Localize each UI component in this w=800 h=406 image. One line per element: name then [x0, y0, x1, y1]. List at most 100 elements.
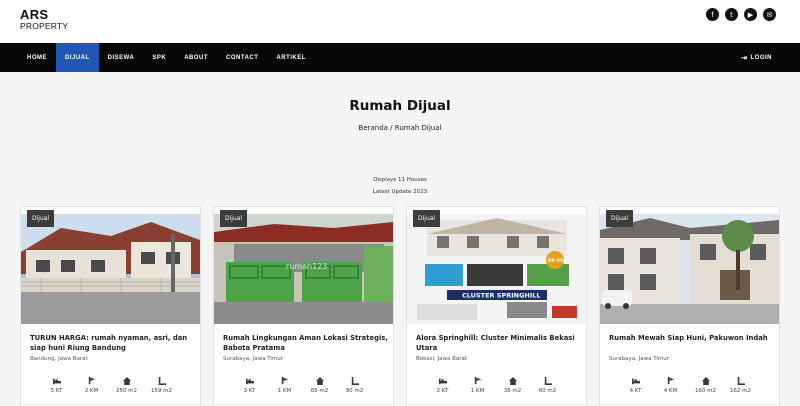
stat-bathrooms: 1 KM	[460, 376, 495, 394]
bed-icon	[618, 376, 653, 385]
house-icon	[495, 376, 530, 385]
stat-building-area: 160 m2	[688, 376, 723, 394]
listing-update: Latest Update 2023	[372, 189, 428, 195]
stat-value: 38 m2	[503, 388, 522, 394]
site-header: ARS PROPERTY f t ▶ ✉	[0, 0, 800, 43]
status-badge: Dijual	[27, 210, 55, 227]
bed-icon	[39, 376, 74, 385]
property-location: Bandung, Jawa Barat	[30, 356, 88, 362]
nav-item-spk[interactable]: SPK	[143, 43, 175, 72]
property-card[interactable]: Dijual DP 0% CLUSTER SPRINGHILL Alora Sp…	[406, 206, 587, 406]
house-icon	[302, 376, 337, 385]
house-icon	[109, 376, 144, 385]
land-area-icon	[144, 376, 179, 385]
status-badge: Dijual	[220, 210, 248, 227]
land-area-icon	[530, 376, 565, 385]
stat-value: 4 KM	[663, 388, 678, 394]
login-icon: ⇥	[741, 54, 748, 62]
stat-bathrooms: 1 KM	[267, 376, 302, 394]
site-logo[interactable]: ARS PROPERTY	[20, 8, 68, 31]
card-divider	[407, 404, 586, 405]
stat-bathrooms: 2 KM	[74, 376, 109, 394]
stat-value: 2 KT	[436, 388, 449, 394]
bath-icon	[74, 376, 109, 385]
property-card[interactable]: Dijual TURUN HARGA: rumah nyaman, asri, …	[20, 206, 201, 406]
property-card[interactable]: Dijual rumah123 Rumah Lingkungan Aman Lo…	[213, 206, 394, 406]
bath-icon	[653, 376, 688, 385]
nav-item-disewa[interactable]: DISEWA	[99, 43, 144, 72]
email-icon[interactable]: ✉	[763, 8, 776, 21]
stat-building-area: 38 m2	[495, 376, 530, 394]
property-stats: 3 KT 1 KM 65 m2 90 m2	[232, 376, 372, 394]
nav-item-home[interactable]: HOME	[18, 43, 56, 72]
login-button[interactable]: ⇥ LOGIN	[741, 43, 772, 72]
stat-bedrooms: 5 KT	[39, 376, 74, 394]
stat-land-area: 90 m2	[337, 376, 372, 394]
nav-item-dijual[interactable]: DIJUAL	[56, 43, 99, 72]
stat-land-area: 159 m2	[144, 376, 179, 394]
land-area-icon	[723, 376, 758, 385]
cluster-banner: CLUSTER SPRINGHILL	[462, 292, 541, 300]
property-stats: 4 KT 4 KM 160 m2 162 m2	[618, 376, 758, 394]
stat-value: 5 KT	[50, 388, 63, 394]
property-location: Surabaya, Jawa Timur	[609, 356, 670, 362]
facebook-icon[interactable]: f	[706, 8, 719, 21]
property-stats: 5 KT 2 KM 250 m2 159 m2	[39, 376, 179, 394]
stat-value: 160 m2	[694, 388, 717, 394]
card-divider	[214, 404, 393, 405]
status-badge: Dijual	[606, 210, 634, 227]
stat-bathrooms: 4 KM	[653, 376, 688, 394]
property-card[interactable]: Dijual Rumah Mewah Siap Huni, Pakuwon In…	[599, 206, 780, 406]
card-divider	[600, 404, 779, 405]
stat-building-area: 250 m2	[109, 376, 144, 394]
stat-value: 250 m2	[115, 388, 138, 394]
stat-value: 159 m2	[150, 388, 173, 394]
bath-icon	[460, 376, 495, 385]
stat-bedrooms: 4 KT	[618, 376, 653, 394]
status-badge: Dijual	[413, 210, 441, 227]
main-nav: HOME DIJUAL DISEWA SPK ABOUT CONTACT ART…	[0, 43, 800, 72]
property-location: Surabaya, Jawa Timur	[223, 356, 284, 362]
property-image[interactable]	[21, 214, 200, 324]
watermark: rumah123	[286, 262, 327, 271]
nav-item-about[interactable]: ABOUT	[175, 43, 217, 72]
property-title[interactable]: TURUN HARGA: rumah nyaman, asri, dan sia…	[30, 333, 195, 353]
stat-value: 1 KM	[277, 388, 292, 394]
stat-value: 162 m2	[729, 388, 752, 394]
property-title[interactable]: Rumah Lingkungan Aman Lokasi Strategis, …	[223, 333, 388, 353]
property-image[interactable]: DP 0% CLUSTER SPRINGHILL	[407, 214, 586, 324]
stat-building-area: 65 m2	[302, 376, 337, 394]
property-location: Bekasi, Jawa Barat	[416, 356, 468, 362]
property-image[interactable]: rumah123	[214, 214, 393, 324]
logo-name: ARS	[20, 7, 49, 22]
nav-item-artikel[interactable]: ARTIKEL	[267, 43, 315, 72]
twitter-icon[interactable]: t	[725, 8, 738, 21]
house-icon	[688, 376, 723, 385]
bath-icon	[267, 376, 302, 385]
bed-icon	[232, 376, 267, 385]
login-label: LOGIN	[750, 54, 772, 61]
youtube-icon[interactable]: ▶	[744, 8, 757, 21]
card-divider	[21, 404, 200, 405]
social-links: f t ▶ ✉	[706, 8, 776, 21]
property-image[interactable]	[600, 214, 779, 324]
nav-menu: HOME DIJUAL DISEWA SPK ABOUT CONTACT ART…	[18, 43, 315, 72]
nav-item-contact[interactable]: CONTACT	[217, 43, 267, 72]
stat-value: 2 KM	[84, 388, 99, 394]
page-title: Rumah Dijual	[349, 98, 451, 114]
property-title[interactable]: Alora Springhill: Cluster Minimalis Beka…	[416, 333, 581, 353]
dp-badge: DP 0%	[548, 258, 565, 264]
property-title[interactable]: Rumah Mewah Siap Huni, Pakuwon Indah	[609, 333, 774, 343]
stat-value: 90 m2	[345, 388, 364, 394]
stat-bedrooms: 3 KT	[232, 376, 267, 394]
stat-value: 65 m2	[310, 388, 329, 394]
stat-land-area: 60 m2	[530, 376, 565, 394]
listing-count: Displays 11 Houses	[373, 177, 427, 183]
stat-value: 60 m2	[538, 388, 557, 394]
logo-subtitle: PROPERTY	[20, 21, 69, 31]
stat-bedrooms: 2 KT	[425, 376, 460, 394]
breadcrumb[interactable]: Beranda / Rumah Dijual	[0, 124, 800, 132]
land-area-icon	[337, 376, 372, 385]
property-stats: 2 KT 1 KM 38 m2 60 m2	[425, 376, 565, 394]
stat-value: 3 KT	[243, 388, 256, 394]
